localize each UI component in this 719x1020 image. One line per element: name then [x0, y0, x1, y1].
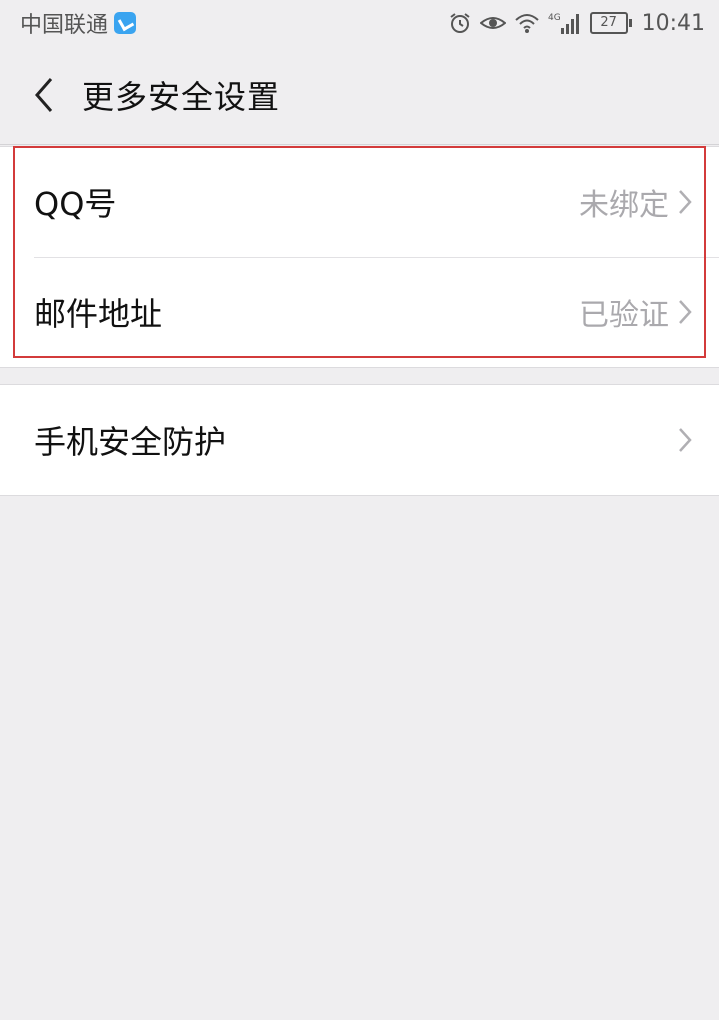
phone-security-row[interactable]: 手机安全防护: [0, 385, 719, 495]
qq-number-status: 未绑定: [579, 188, 669, 223]
email-address-label: 邮件地址: [34, 295, 163, 333]
status-bar: 中国联通 4G 27 10:41: [0, 0, 719, 46]
phone-security-label: 手机安全防护: [34, 423, 227, 461]
status-right: 4G 27 10:41: [448, 10, 719, 36]
back-arrow-icon[interactable]: [14, 65, 74, 125]
status-left: 中国联通: [0, 7, 137, 39]
phone-security-right: [677, 426, 693, 454]
carrier-label: 中国联通: [20, 13, 109, 38]
chevron-right-icon: [677, 298, 693, 326]
chevron-right-icon: [677, 426, 693, 454]
page-title: 更多安全设置: [82, 78, 281, 116]
cell-signal-icon: 4G: [548, 10, 582, 36]
account-binding-group: QQ号 未绑定 邮件地址 已验证: [0, 146, 719, 368]
email-address-right: 已验证: [579, 290, 693, 334]
title-bar: 更多安全设置: [0, 46, 719, 145]
clock-label: 10:41: [641, 10, 705, 36]
email-address-status: 已验证: [579, 298, 669, 333]
qq-number-row[interactable]: QQ号 未绑定: [0, 147, 719, 257]
battery-icon: 27: [589, 12, 632, 34]
network-type-label: 4G: [548, 13, 561, 23]
phone-security-group: 手机安全防护: [0, 384, 719, 496]
alarm-icon: [448, 10, 472, 36]
app-notification-icon: [114, 12, 137, 34]
chevron-right-icon: [677, 188, 693, 216]
qq-number-label: QQ号: [34, 185, 117, 223]
qq-number-right: 未绑定: [579, 180, 693, 224]
wifi-icon: [514, 10, 540, 36]
eye-icon: [479, 10, 506, 36]
email-address-row[interactable]: 邮件地址 已验证: [0, 257, 719, 367]
